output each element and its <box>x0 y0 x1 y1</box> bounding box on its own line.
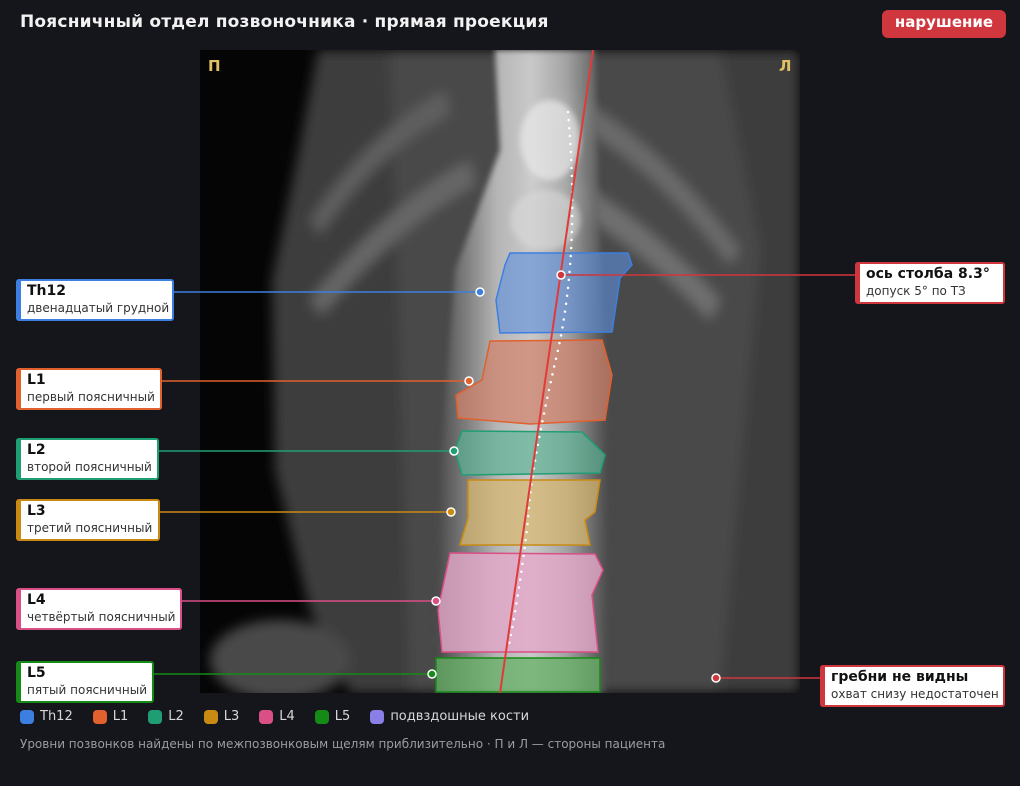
legend-swatch <box>148 709 163 724</box>
label-name: четвёртый поясничный <box>27 610 176 624</box>
legend-label: подвздошные кости <box>390 709 530 724</box>
callout-subtitle: допуск 5° по ТЗ <box>866 284 966 298</box>
callout-spine-axis: ось столба 8.3° допуск 5° по ТЗ <box>855 262 1005 304</box>
callout-subtitle: охват снизу недостаточен <box>831 687 999 701</box>
legend: Th12 L1 L2 L3 L4 L5 подвздошные кости <box>20 709 549 724</box>
legend-label: L1 <box>112 709 129 724</box>
legend-item-th12: Th12 <box>20 709 73 724</box>
legend-item-l1: L1 <box>92 709 129 724</box>
legend-item-iliac: подвздошные кости <box>370 709 529 724</box>
label-code: L4 <box>27 592 46 608</box>
label-name: первый поясничный <box>27 390 155 404</box>
legend-swatch <box>370 709 385 724</box>
legend-item-l4: L4 <box>259 709 295 724</box>
legend-swatch <box>259 709 274 724</box>
legend-label: L4 <box>279 709 295 724</box>
legend-swatch <box>20 709 34 724</box>
label-name: третий поясничный <box>27 521 153 535</box>
label-l2: L2 второй поясничный <box>16 438 159 480</box>
callout-title: ось столба 8.3° <box>866 266 990 282</box>
label-code: L1 <box>27 372 46 388</box>
legend-swatch <box>314 709 329 724</box>
label-code: Th12 <box>27 283 66 299</box>
label-code: L3 <box>27 503 46 519</box>
callout-title: гребни не видны <box>831 669 969 685</box>
label-name: второй поясничный <box>27 460 152 474</box>
label-name: двенадцатый грудной <box>27 301 170 315</box>
label-l5: L5 пятый поясничный <box>16 661 154 703</box>
legend-item-l2: L2 <box>148 709 184 724</box>
label-th12: Th12 двенадцатый грудной <box>16 279 174 321</box>
legend-swatch <box>203 709 218 724</box>
label-code: L2 <box>27 442 46 458</box>
footnote: Уровни позвонков найдены по межпозвонков… <box>20 737 666 751</box>
label-l3: L3 третий поясничный <box>16 499 160 541</box>
legend-label: Th12 <box>40 709 73 724</box>
label-code: L5 <box>27 665 46 681</box>
legend-label: L5 <box>334 709 351 724</box>
label-name: пятый поясничный <box>27 683 147 697</box>
label-l1: L1 первый поясничный <box>16 368 162 410</box>
legend-label: L2 <box>168 709 184 724</box>
legend-label: L3 <box>223 709 240 724</box>
legend-item-l5: L5 <box>314 709 351 724</box>
legend-swatch <box>92 709 107 724</box>
legend-item-l3: L3 <box>203 709 240 724</box>
callout-iliac-crests: гребни не видны охват снизу недостаточен <box>820 665 1005 707</box>
label-l4: L4 четвёртый поясничный <box>16 588 182 630</box>
